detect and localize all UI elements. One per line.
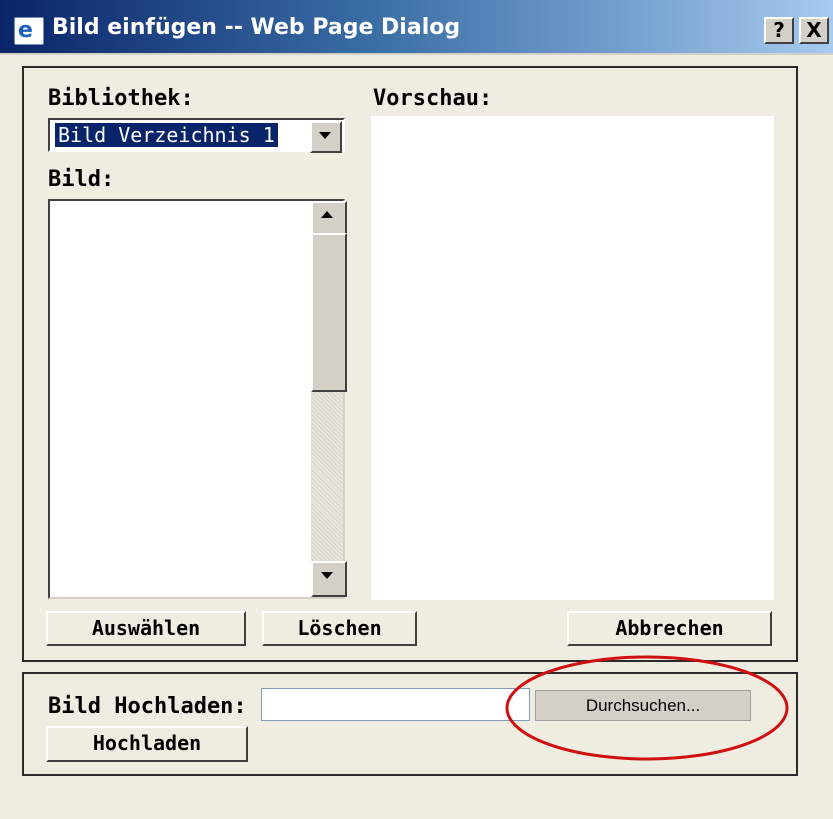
highlight-ellipse xyxy=(505,655,789,761)
annotation-overlay xyxy=(505,655,789,761)
